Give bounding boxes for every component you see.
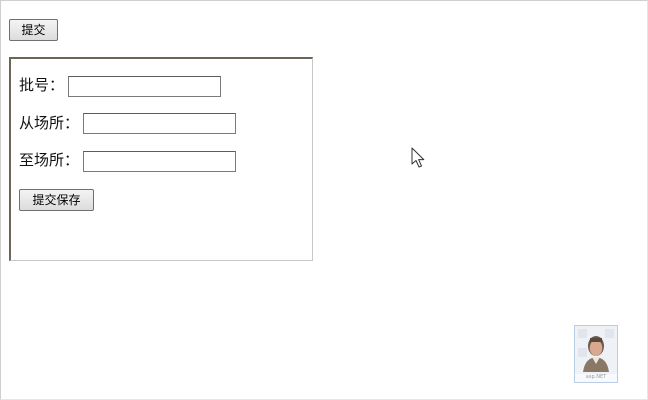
person-photo-icon xyxy=(575,326,617,374)
thumbnail-caption: asp.NET xyxy=(585,374,607,380)
submit-button[interactable]: 提交 xyxy=(9,19,58,41)
user-photo-thumbnail[interactable]: asp.NET xyxy=(574,325,618,383)
to-location-label: 至场所： xyxy=(19,151,80,169)
page-frame: 提交 批号： 从场所： 至场所： 提交保存 asp.NET xyxy=(0,0,648,400)
to-location-input[interactable] xyxy=(83,151,236,172)
from-location-input[interactable] xyxy=(83,113,236,134)
batch-number-input[interactable] xyxy=(68,76,221,97)
submit-save-button[interactable]: 提交保存 xyxy=(19,189,94,211)
mouse-pointer-icon xyxy=(411,147,425,168)
transfer-form: 批号： 从场所： 至场所： 提交保存 xyxy=(9,57,313,261)
from-location-label: 从场所： xyxy=(19,114,80,132)
batch-number-label: 批号： xyxy=(19,76,65,94)
